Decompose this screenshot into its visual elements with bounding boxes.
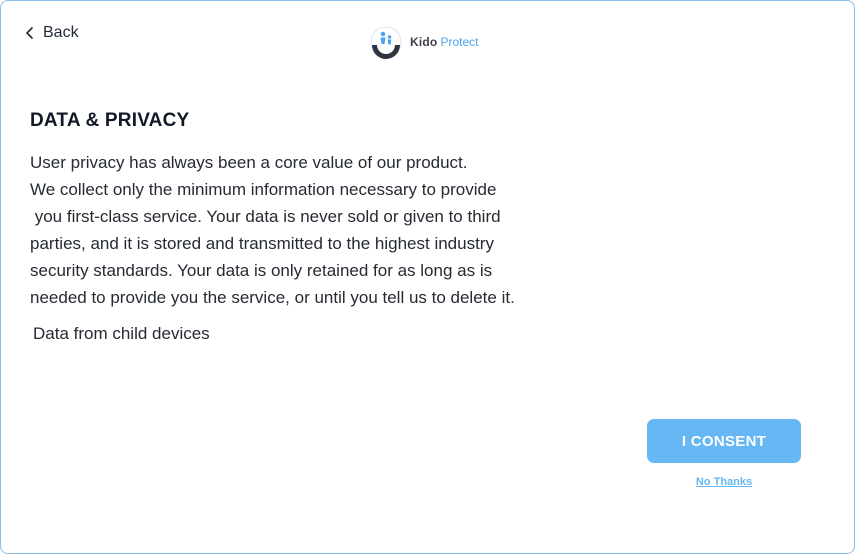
paragraph-line: security standards. Your data is only re…	[30, 261, 493, 280]
paragraph-line: We collect only the minimum information …	[30, 180, 497, 199]
chevron-left-icon	[26, 27, 33, 39]
back-button[interactable]: Back	[23, 23, 79, 43]
brand-name-secondary: Protect	[440, 35, 479, 49]
child-devices-data-label: Data from child devices	[33, 324, 210, 343]
consent-window: Back Kido Protect DATA & PRIVACY User pr…	[0, 0, 855, 554]
brand-logo: Kido Protect	[369, 25, 478, 59]
page-title: DATA & PRIVACY	[30, 110, 190, 131]
brand-name-primary: Kido	[410, 35, 438, 49]
privacy-paragraph: User privacy has always been a core valu…	[30, 149, 630, 311]
kido-protect-logo-icon	[370, 26, 402, 59]
paragraph-line: parties, and it is stored and transmitte…	[30, 234, 494, 253]
no-thanks-link[interactable]: No Thanks	[647, 476, 801, 488]
back-label: Back	[43, 24, 79, 41]
consent-button[interactable]: I CONSENT	[647, 419, 801, 463]
paragraph-line: you first-class service. Your data is ne…	[30, 207, 501, 226]
paragraph-line: needed to provide you the service, or un…	[30, 288, 515, 307]
paragraph-line: User privacy has always been a core valu…	[30, 153, 468, 172]
